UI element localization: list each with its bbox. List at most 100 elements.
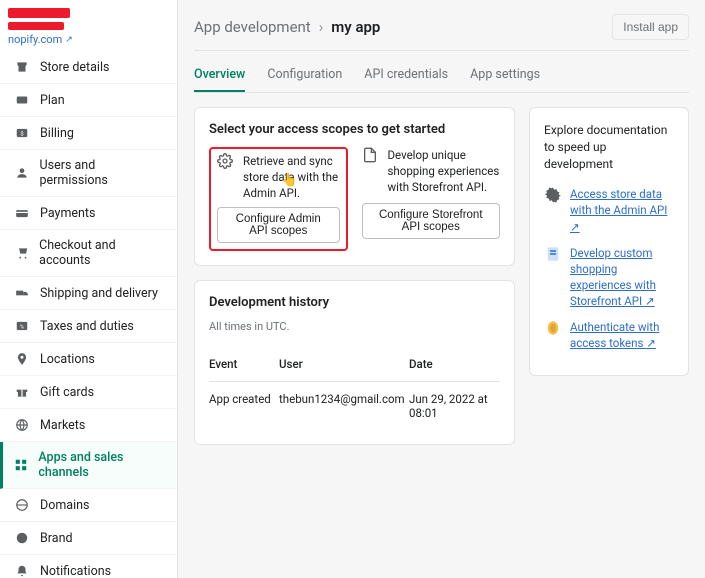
sidebar-item-taxes-and-duties[interactable]: % Taxes and duties [0,310,177,343]
documentation-card: Explore documentation to speed up develo… [529,107,689,376]
doc-icon [544,245,562,263]
breadcrumb-parent[interactable]: App development [194,18,311,36]
history-date: Jun 29, 2022 at 08:01 [409,392,500,420]
history-title: Development history [209,295,500,310]
sidebar-item-domains[interactable]: Domains [0,489,177,522]
external-icon: ↗ [570,220,580,234]
gear-icon [217,153,235,171]
bell-icon [14,563,30,578]
doc-link[interactable]: Authenticate with access tokens ↗ [570,319,674,351]
sidebar-item-users-and-permissions[interactable]: Users and permissions [0,150,177,197]
sidebar-item-payments[interactable]: Payments [0,197,177,230]
sidebar-item-billing[interactable]: $ Billing [0,117,177,150]
sidebar-item-label: Markets [40,418,85,433]
doc-link-row: Authenticate with access tokens ↗ [544,319,674,351]
sidebar-item-shipping-and-delivery[interactable]: Shipping and delivery [0,277,177,310]
sidebar-item-label: Payments [40,206,95,221]
scopes-title: Select your access scopes to get started [209,122,500,137]
configure-admin-api-button[interactable]: Configure Admin API scopes [217,207,340,243]
sidebar-item-markets[interactable]: Markets [0,409,177,442]
sidebar-item-store-details[interactable]: Store details [0,51,177,84]
sidebar-item-plan[interactable]: Plan [0,84,177,117]
user-icon [14,165,30,181]
tab-configuration[interactable]: Configuration [267,59,342,92]
cart-icon [14,245,29,261]
configure-storefront-api-button[interactable]: Configure Storefront API scopes [362,203,501,239]
storefront-icon [14,59,30,75]
tabs: Overview Configuration API credentials App … [194,59,689,93]
install-app-button[interactable]: Install app [612,14,689,40]
main-content: App development › my app Install app Ove… [178,0,705,578]
sidebar-item-brand[interactable]: Brand [0,522,177,555]
external-icon: ↗ [65,35,73,45]
sidebar-item-label: Plan [40,93,65,108]
divider [194,50,689,51]
redacted-logo [8,22,64,30]
dollar-icon: $ [14,125,30,141]
percent-icon: % [14,318,30,334]
tab-app-settings[interactable]: App settings [470,59,540,92]
globe-icon [14,417,30,433]
store-domain-text: nopify.com [8,33,62,46]
admin-api-desc: Retrieve and sync store data with the Ad… [243,153,340,201]
coin-icon [544,319,562,337]
brand-block: nopify.com ↗ [0,0,177,51]
gear-icon [544,186,562,204]
doc-link[interactable]: Access store data with the Admin API ↗ [570,186,674,234]
gift-icon [14,384,30,400]
history-subtitle: All times in UTC. [209,320,500,333]
tab-overview[interactable]: Overview [194,59,245,92]
sidebar-item-apps-and-sales-channels[interactable]: Apps and sales channels [0,442,177,489]
sidebar-item-label: Billing [40,126,74,141]
settings-sidebar: nopify.com ↗ Store details Plan $ Billing Us… [0,0,178,578]
history-event: App created [209,392,279,420]
doc-link-row: Develop custom shopping experiences with… [544,245,674,309]
breadcrumb: App development › my app [194,18,380,36]
sidebar-item-label: Apps and sales channels [38,450,163,480]
redacted-logo [8,8,70,18]
doc-link[interactable]: Develop custom shopping experiences with… [570,245,674,309]
sidebar-item-label: Domains [40,498,90,513]
svg-text:%: % [20,324,24,330]
document-icon [362,147,380,165]
pin-icon [14,351,30,367]
sidebar-item-label: Brand [40,531,73,546]
domains-icon [14,497,30,513]
admin-api-highlight: Retrieve and sync store data with the Ad… [209,147,348,251]
sidebar-item-label: Notifications [40,564,111,578]
sidebar-item-label: Gift cards [40,385,94,400]
apps-icon [14,457,28,473]
external-icon: ↗ [646,336,656,350]
docs-title: Explore documentation to speed up develo… [544,122,674,172]
store-domain-link[interactable]: nopify.com ↗ [8,33,73,46]
sidebar-item-label: Taxes and duties [40,319,134,334]
sidebar-item-label: Store details [40,60,109,75]
history-row: App createdthebun1234@gmail.comJun 29, 2… [209,382,500,430]
external-icon: ↗ [645,294,655,308]
storefront-api-desc: Develop unique shopping experiences with… [388,147,501,195]
col-event: Event [209,357,279,371]
breadcrumb-current: my app [331,18,380,36]
sidebar-item-locations[interactable]: Locations [0,343,177,376]
admin-api-block: Retrieve and sync store data with the Ad… [209,147,348,251]
truck-icon [14,285,30,301]
col-date: Date [409,357,500,371]
sidebar-item-notifications[interactable]: Notifications [0,555,177,578]
storefront-api-block: Develop unique shopping experiences with… [362,147,501,251]
sidebar-item-checkout-and-accounts[interactable]: Checkout and accounts [0,230,177,277]
brand-icon [14,530,30,546]
sidebar-item-label: Shipping and delivery [40,286,158,301]
development-history-card: Development history All times in UTC. Ev… [194,280,515,445]
access-scopes-card: Select your access scopes to get started… [194,107,515,266]
sidebar-item-label: Users and permissions [40,158,163,188]
col-user: User [279,357,409,371]
svg-text:$: $ [20,130,23,137]
payments-icon [14,205,30,221]
tab-api-credentials[interactable]: API credentials [364,59,448,92]
history-header-row: Event User Date [209,347,500,382]
sidebar-item-label: Checkout and accounts [39,238,163,268]
sidebar-item-gift-cards[interactable]: Gift cards [0,376,177,409]
chevron-right-icon: › [319,18,324,36]
history-user: thebun1234@gmail.com [279,392,409,420]
sidebar-item-label: Locations [40,352,95,367]
